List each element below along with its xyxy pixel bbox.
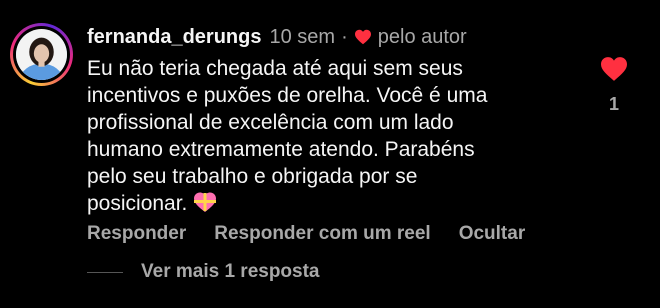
avatar[interactable] xyxy=(10,23,73,86)
view-more-replies[interactable]: Ver mais 1 resposta xyxy=(87,261,320,283)
comment-time: 10 sem xyxy=(269,26,336,48)
comment-actions: Responder Responder com um reel Ocultar xyxy=(87,223,525,245)
like-count[interactable]: 1 xyxy=(609,94,619,115)
liked-by-author-label: pelo autor xyxy=(377,26,467,48)
avatar-ring xyxy=(13,26,70,83)
reply-with-reel-button[interactable]: Responder com um reel xyxy=(214,223,430,245)
separator-dot: · xyxy=(341,26,348,48)
reply-button[interactable]: Responder xyxy=(87,223,186,245)
comment-text: Eu não teria chegada até aqui sem seus i… xyxy=(87,57,488,215)
username[interactable]: fernanda_derungs xyxy=(87,24,261,50)
like-heart-icon[interactable] xyxy=(599,56,629,82)
comment: fernanda_derungs 10 sem · pelo autor Eu … xyxy=(0,0,660,308)
comment-header: fernanda_derungs 10 sem · pelo autor xyxy=(87,24,467,50)
avatar-photo xyxy=(16,29,67,80)
replies-divider xyxy=(87,271,123,273)
hide-button[interactable]: Ocultar xyxy=(459,223,526,245)
comment-body: Eu não teria chegada até aqui sem seus i… xyxy=(87,55,587,217)
avatar-image xyxy=(16,29,67,80)
view-more-replies-label[interactable]: Ver mais 1 resposta xyxy=(141,261,320,283)
gift-heart-icon xyxy=(191,191,219,213)
like-column: 1 xyxy=(598,56,630,115)
heart-filled-icon xyxy=(354,29,372,45)
